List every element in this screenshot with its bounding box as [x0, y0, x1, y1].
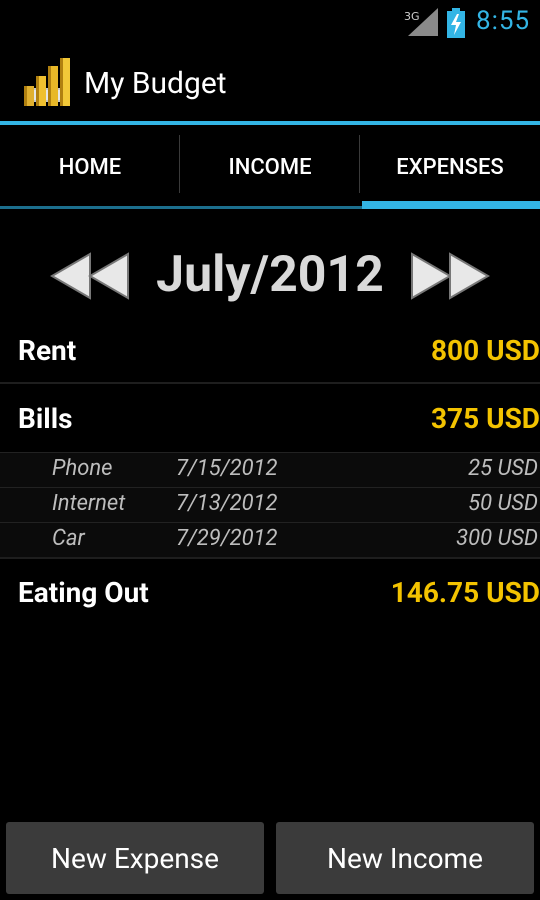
category-amount: 146.75 USD: [390, 576, 540, 609]
tab-label: EXPENSES: [396, 154, 504, 180]
expense-date: 7/13/2012: [176, 491, 278, 516]
expense-name: Phone: [52, 456, 113, 481]
app-title: My Budget: [84, 66, 227, 101]
category-name: Eating Out: [18, 576, 149, 609]
tab-expenses[interactable]: EXPENSES: [360, 125, 540, 209]
expense-date: 7/29/2012: [176, 526, 278, 551]
new-income-button[interactable]: New Income: [276, 822, 534, 894]
tab-home[interactable]: HOME: [0, 125, 180, 209]
tab-income[interactable]: INCOME: [180, 125, 360, 209]
expense-name: Car: [52, 526, 85, 551]
tab-label: HOME: [58, 154, 122, 180]
expense-amount: 25 USD: [468, 456, 538, 481]
network-type: 3G: [404, 10, 420, 23]
category-row-bills[interactable]: Bills 375 USD: [0, 386, 540, 452]
month-navigator: July/2012: [0, 238, 540, 318]
row-divider: [0, 557, 540, 559]
status-bar: 3G 8:55: [0, 0, 540, 48]
tab-label: INCOME: [228, 154, 312, 180]
expense-item-phone[interactable]: Phone 7/15/2012 25 USD: [0, 452, 540, 487]
expense-date: 7/15/2012: [176, 456, 278, 481]
budget-coins-icon[interactable]: [20, 56, 74, 110]
expense-item-internet[interactable]: Internet 7/13/2012 50 USD: [0, 487, 540, 522]
action-bar: My Budget: [0, 48, 540, 122]
expense-item-car[interactable]: Car 7/29/2012 300 USD: [0, 522, 540, 557]
expense-amount: 300 USD: [456, 526, 538, 551]
category-name: Rent: [18, 334, 77, 367]
selected-tab-indicator: [362, 201, 540, 209]
signal-3g-icon: 3G: [404, 8, 438, 36]
clock: 8:55: [476, 6, 531, 36]
category-row-rent[interactable]: Rent 800 USD: [0, 318, 540, 384]
category-amount: 375 USD: [430, 402, 540, 435]
category-row-eating-out[interactable]: Eating Out 146.75 USD: [0, 560, 540, 626]
category-amount: 800 USD: [430, 334, 540, 367]
row-divider: [0, 382, 540, 384]
expense-amount: 50 USD: [468, 491, 538, 516]
expense-name: Internet: [52, 491, 126, 516]
battery-charging-icon: [447, 8, 465, 38]
tab-bar: HOME INCOME EXPENSES: [0, 125, 540, 209]
category-name: Bills: [18, 402, 73, 435]
new-expense-button[interactable]: New Expense: [6, 822, 264, 894]
fast-forward-icon[interactable]: [408, 252, 492, 300]
